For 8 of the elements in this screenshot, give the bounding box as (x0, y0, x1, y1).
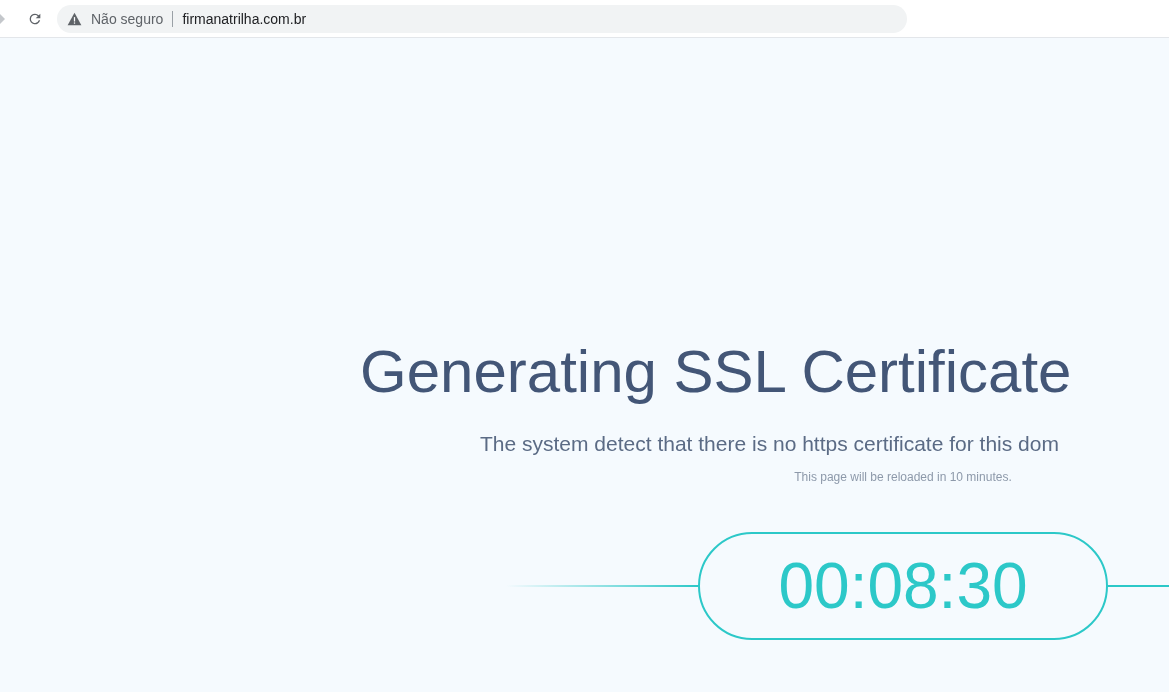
reload-note: This page will be reloaded in 10 minutes. (794, 470, 1012, 484)
url-text: firmanatrilha.com.br (182, 10, 307, 27)
security-label: Não seguro (91, 10, 164, 27)
countdown-timer: 00:08:30 (698, 532, 1108, 640)
address-bar[interactable]: Não seguro firmanatrilha.com.br (57, 4, 907, 33)
warning-icon[interactable] (67, 11, 82, 26)
page-title: Generating SSL Certificate (360, 337, 1072, 407)
message-text: The system detect that there is no https certificate for this dom (480, 432, 1059, 456)
